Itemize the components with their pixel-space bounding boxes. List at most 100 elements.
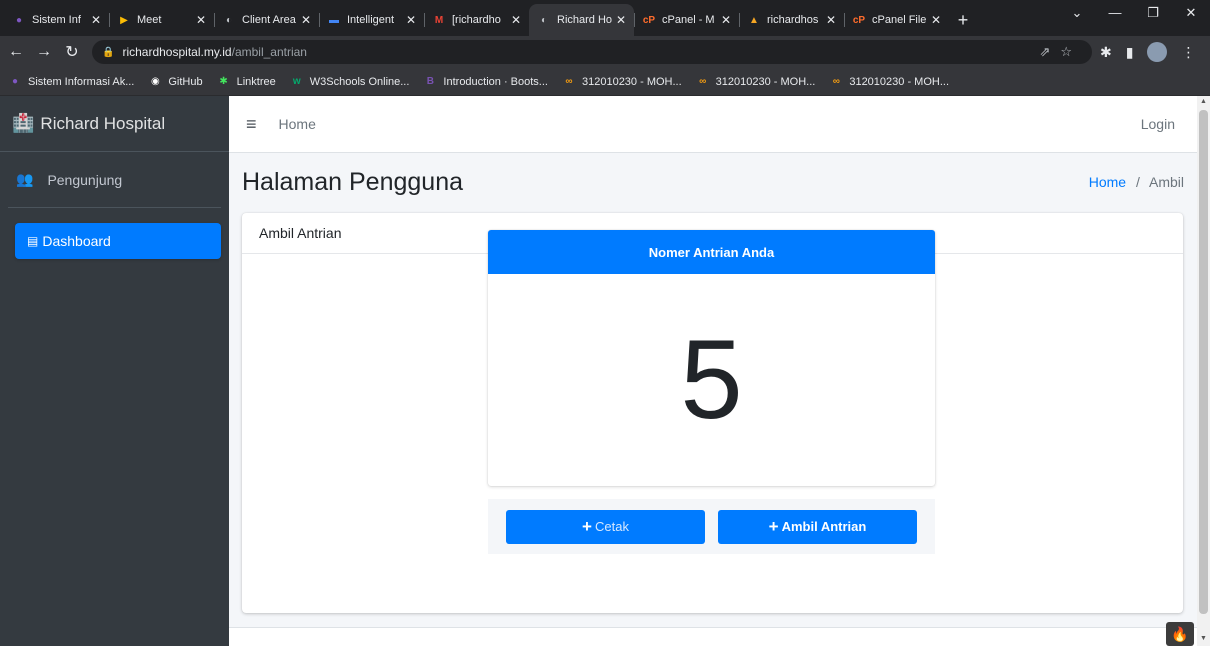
close-tab-icon[interactable]: ✕ xyxy=(511,13,521,27)
close-tab-icon[interactable]: ✕ xyxy=(91,13,101,27)
page-title: Halaman Pengguna xyxy=(242,167,463,196)
tab-title: cPanel File xyxy=(872,14,927,26)
sidebar: 🏥 Richard Hospital 👥 Pengunjung ▤ Dashbo… xyxy=(0,96,229,646)
breadcrumb: Home / Ambil xyxy=(1089,174,1184,190)
infinity-icon: ∞ xyxy=(699,76,707,87)
print-button-label: Cetak xyxy=(594,519,629,534)
scroll-up-arrow-icon[interactable]: ▲ xyxy=(1200,98,1207,105)
url-path: /ambil_antrian xyxy=(231,45,307,59)
scrollbar-thumb[interactable] xyxy=(1199,110,1208,614)
users-icon: 👥 xyxy=(16,171,34,187)
browser-tab[interactable]: ▲ richardhos ✕ xyxy=(739,4,844,36)
address-bar[interactable]: 🔒 richardhospital.my.id/ambil_antrian ⇗☆ xyxy=(92,40,1092,64)
take-queue-button-label: Ambil Antrian xyxy=(781,519,867,534)
reload-button[interactable]: ↻ xyxy=(60,42,84,62)
bookmark-label: Linktree xyxy=(236,75,276,88)
queue-number: 5 xyxy=(680,317,743,442)
bookmark-item[interactable]: ● Sistem Informasi Ak... xyxy=(8,75,134,89)
bookmarks-bar: ● Sistem Informasi Ak... ◉ GitHub ✱ Linktree w… xyxy=(0,68,1210,96)
bookmark-label: Sistem Informasi Ak... xyxy=(28,75,135,88)
tab-title: Richard Ho xyxy=(557,14,612,26)
bookmark-item[interactable]: ∞ 312010230 - MOH... xyxy=(829,75,949,89)
browser-tab[interactable]: cP cPanel - M ✕ xyxy=(634,4,739,36)
profile-avatar[interactable] xyxy=(1147,42,1168,62)
close-tab-icon[interactable]: ✕ xyxy=(406,13,416,27)
linktree-icon: ✱ xyxy=(219,76,228,87)
queue-actions: + Cetak + Ambil Antrian xyxy=(488,499,935,554)
browser-tabstrip: ● Sistem Inf ✕ ▶ Meet ✕ ◐ Client Area ✕ ▬ Intellig… xyxy=(0,0,1210,36)
scroll-down-arrow-icon[interactable]: ▼ xyxy=(1200,635,1207,642)
close-tab-icon[interactable]: ✕ xyxy=(931,13,941,27)
side-panel-icon[interactable]: ▮ xyxy=(1126,44,1134,61)
extensions-icon[interactable]: ✱ xyxy=(1100,44,1112,61)
page-footer xyxy=(229,627,1197,646)
plus-icon: + xyxy=(582,517,592,536)
close-window-button[interactable]: ✕ xyxy=(1172,0,1210,30)
page-scrollbar[interactable]: ▲ ▼ xyxy=(1197,96,1210,646)
browser-tab[interactable]: cP cPanel File ✕ xyxy=(844,4,949,36)
bookmark-item[interactable]: B Introduction · Boots... xyxy=(423,75,548,89)
sidebar-item-dashboard[interactable]: ▤ Dashboard xyxy=(15,223,221,259)
tab-title: richardhos xyxy=(767,14,819,26)
minimize-button[interactable]: — xyxy=(1096,0,1134,30)
queue-number-box: Nomer Antrian Anda 5 xyxy=(488,230,935,486)
close-tab-icon[interactable]: ✕ xyxy=(616,13,626,27)
bookmark-label: GitHub xyxy=(168,75,203,88)
plus-icon: + xyxy=(768,517,779,536)
client-area-icon: ◐ xyxy=(225,14,233,26)
share-star-icons[interactable]: ⇗☆ xyxy=(1039,44,1082,60)
intelligent-icon: ▬ xyxy=(329,14,339,26)
sidebar-item-label: Dashboard xyxy=(42,233,111,249)
github-icon: ◉ xyxy=(151,76,160,87)
menu-icon[interactable]: ⋮ xyxy=(1181,44,1195,61)
take-queue-button[interactable]: + Ambil Antrian xyxy=(718,509,917,544)
close-tab-icon[interactable]: ✕ xyxy=(196,13,206,27)
login-link[interactable]: Login xyxy=(1141,116,1175,132)
browser-tab[interactable]: ◐ Client Area ✕ xyxy=(214,4,319,36)
browser-tab[interactable]: M [richardho ✕ xyxy=(424,4,529,36)
cpanel-file-icon: cP xyxy=(852,14,866,26)
hamburger-menu-icon[interactable]: ≡ xyxy=(246,114,257,135)
tab-title: cPanel - M xyxy=(662,14,715,26)
chrome-icon: ◐ xyxy=(540,14,548,26)
forward-button[interactable]: → xyxy=(32,43,56,61)
user-name: Pengunjung xyxy=(47,171,123,188)
bookmark-label: W3Schools Online... xyxy=(309,75,410,88)
breadcrumb-home[interactable]: Home xyxy=(1089,174,1126,190)
bookmark-item[interactable]: ∞ 312010230 - MOH... xyxy=(562,75,681,89)
tab-search-icon[interactable]: ⌄ xyxy=(1058,0,1096,30)
tab-title: Meet xyxy=(137,14,162,26)
restore-button[interactable]: ❐ xyxy=(1134,0,1172,30)
bookmark-label: 312010230 - MOH... xyxy=(849,75,949,88)
bookmark-item[interactable]: ✱ Linktree xyxy=(217,75,276,89)
browser-tab[interactable]: ◐ Richard Ho ✕ xyxy=(529,4,634,36)
tab-title: Sistem Inf xyxy=(32,14,81,26)
tab-list: ● Sistem Inf ✕ ▶ Meet ✕ ◐ Client Area ✕ ▬ Intellig… xyxy=(4,4,949,36)
top-navbar: ≡ Home Login xyxy=(229,96,1197,153)
globe-icon: ● xyxy=(15,14,23,26)
new-tab-button[interactable]: + xyxy=(949,4,977,36)
hospital-icon: 🏥 xyxy=(12,113,35,133)
window-controls: ⌄ — ❐ ✕ xyxy=(1058,0,1210,30)
queue-heading: Nomer Antrian Anda xyxy=(488,230,935,274)
close-tab-icon[interactable]: ✕ xyxy=(301,13,311,27)
close-tab-icon[interactable]: ✕ xyxy=(826,13,836,27)
brand-link[interactable]: 🏥 Richard Hospital xyxy=(0,96,229,152)
tab-title: Client Area xyxy=(242,14,296,26)
bookmark-label: Introduction · Boots... xyxy=(443,75,548,88)
dashboard-icon: ▤ xyxy=(27,234,39,248)
print-button[interactable]: + Cetak xyxy=(506,509,705,544)
bookmark-label: 312010230 - MOH... xyxy=(715,75,816,88)
browser-tab[interactable]: ▬ Intelligent ✕ xyxy=(319,4,424,36)
close-tab-icon[interactable]: ✕ xyxy=(721,13,731,27)
bookmark-item[interactable]: ◉ GitHub xyxy=(148,75,203,89)
bookmark-item[interactable]: ∞ 312010230 - MOH... xyxy=(696,75,816,89)
flame-icon[interactable]: 🔥 xyxy=(1166,622,1194,646)
back-button[interactable]: ← xyxy=(4,43,28,61)
lock-icon: 🔒 xyxy=(102,46,115,58)
nav-home-link[interactable]: Home xyxy=(279,116,316,132)
browser-tab[interactable]: ● Sistem Inf ✕ xyxy=(4,4,109,36)
meet-icon: ▶ xyxy=(120,14,128,26)
browser-tab[interactable]: ▶ Meet ✕ xyxy=(109,4,214,36)
bookmark-item[interactable]: w W3Schools Online... xyxy=(290,75,410,89)
